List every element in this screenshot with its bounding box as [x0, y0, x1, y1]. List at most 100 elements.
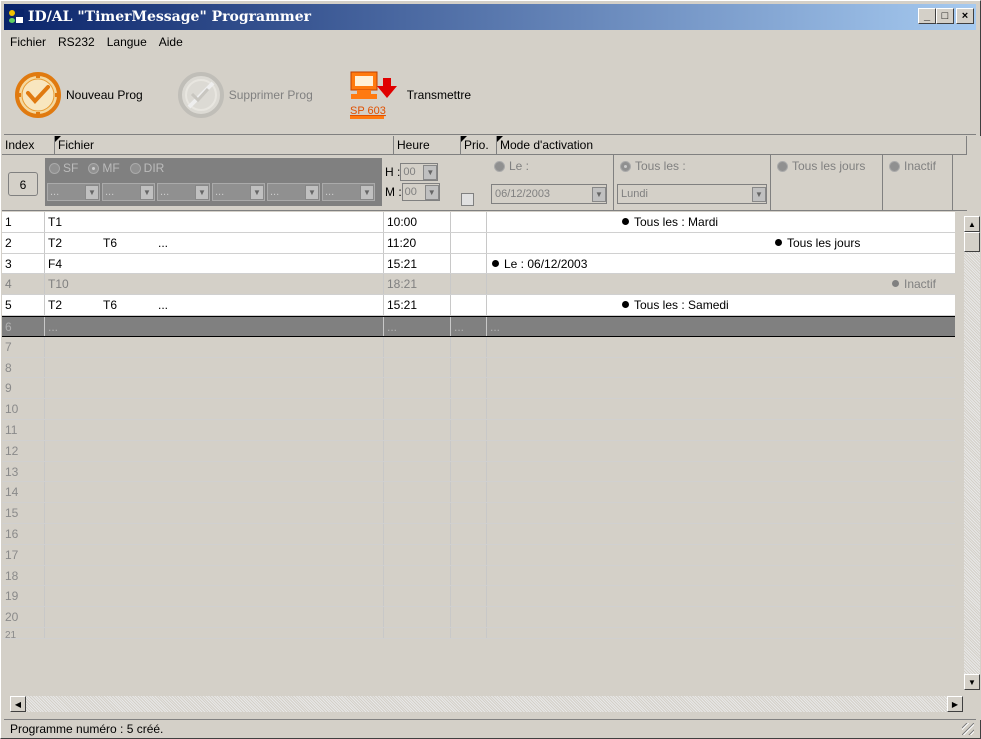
row-mode: Le : 06/12/2003 [487, 254, 955, 274]
row-prio [451, 295, 487, 315]
table-row[interactable]: 1 T1 10:00 Tous les : Mardi [2, 212, 955, 233]
heure-filter: H :00 ▼ M :00 ▼ [385, 162, 445, 202]
transmit-button[interactable]: SP 603 Transmettre [347, 70, 471, 120]
col-mode-header[interactable]: Mode d'activation [497, 136, 967, 155]
horizontal-scrollbar[interactable]: ◀ ▶ [1, 696, 981, 712]
app-window: ID/AL "TimerMessage" Programmer _ □ × Fi… [0, 0, 981, 739]
radio-dir[interactable]: DIR [129, 161, 165, 175]
menu-aide[interactable]: Aide [153, 35, 189, 49]
scroll-left-icon[interactable]: ◀ [10, 696, 26, 712]
file-select-4[interactable]: ... ▼ [212, 183, 265, 201]
row-index: 19 [2, 586, 45, 607]
app-logo-icon[interactable] [8, 9, 24, 25]
row-index: 21 [2, 627, 45, 638]
radio-dir-label: DIR [143, 161, 165, 175]
table-row[interactable]: 2 T2 T6... 11:20 Tous les jours [2, 232, 955, 254]
row-mode: Inactif [487, 274, 955, 294]
row-mode: Tous les jours [487, 233, 955, 253]
row-index: 10 [2, 399, 45, 419]
table-row[interactable]: 7 [2, 336, 955, 358]
mode-inactif-tab[interactable]: Inactif [883, 155, 953, 211]
table-row[interactable]: 11 [2, 419, 955, 441]
row-mode-text: Inactif [904, 277, 937, 292]
row-index: 13 [2, 461, 45, 482]
col-heure-header[interactable]: Heure [394, 136, 461, 155]
table-row[interactable]: 5 T2 T6... 15:21 Tous les : Samedi [2, 295, 955, 316]
table-row[interactable]: 8 [2, 357, 955, 379]
table-row[interactable]: 9 [2, 378, 955, 400]
table-row[interactable]: 10 [2, 399, 955, 420]
table-row[interactable]: 21 [2, 627, 955, 639]
day-select[interactable]: Lundi ▼ [617, 184, 767, 204]
radio-sf[interactable]: SF [49, 161, 78, 175]
col-fichier-header[interactable]: Fichier [55, 136, 394, 155]
vertical-scroll-thumb[interactable] [964, 232, 980, 252]
table-row[interactable]: 14 [2, 482, 955, 504]
menu-fichier[interactable]: Fichier [4, 35, 52, 49]
row-prio: ... [451, 316, 487, 336]
menu-rs232[interactable]: RS232 [52, 35, 101, 49]
table-row[interactable]: 15 [2, 503, 955, 524]
table-row[interactable]: 3 F4 15:21 Le : 06/12/2003 [2, 253, 955, 275]
row-files: F4 [45, 253, 384, 274]
close-button[interactable]: × [956, 8, 974, 24]
date-input[interactable]: 06/12/2003 ▼ [491, 184, 607, 204]
col-heure-label: Heure [397, 138, 430, 152]
file-select-5[interactable]: ... ▼ [267, 183, 320, 201]
transmit-device-icon: SP 603 [349, 71, 397, 119]
row-files: T1 [45, 212, 384, 232]
rows-container: 1 T1 10:00 Tous les : Mardi 2 T2 T6... 11… [2, 212, 955, 639]
scroll-right-icon[interactable]: ▶ [947, 696, 963, 712]
delete-program-button[interactable]: Supprimer Prog [177, 71, 313, 119]
vertical-scrollbar[interactable]: ▲ ▼ [964, 216, 980, 690]
table-row[interactable]: 16 [2, 523, 955, 545]
table-row[interactable]: 13 [2, 461, 955, 483]
index-filter[interactable]: 6 [8, 172, 38, 196]
file-select-1[interactable]: ... ▼ [47, 183, 100, 201]
transmit-label: Transmettre [406, 87, 472, 102]
mode-tous-les-tab[interactable]: Tous les : Lundi ▼ [614, 155, 771, 211]
radio-mf[interactable]: MF [88, 161, 120, 175]
col-prio-header[interactable]: Prio. [461, 136, 497, 155]
row-file-1: T1 [48, 215, 63, 229]
mode-tous-jours-tab[interactable]: Tous les jours [771, 155, 883, 211]
chevron-down-icon: ▼ [305, 184, 319, 200]
scroll-down-icon[interactable]: ▼ [964, 674, 980, 690]
table-row[interactable]: 17 [2, 544, 955, 566]
row-mode-text: Tous les : Samedi [634, 298, 729, 313]
col-index-header[interactable]: Index [2, 136, 55, 155]
new-program-button[interactable]: Nouveau Prog [14, 71, 143, 119]
file-select-6[interactable]: ... ▼ [322, 183, 375, 201]
row-index: 20 [2, 607, 45, 627]
minimize-button[interactable]: _ [918, 8, 936, 24]
row-file-1: T2 [48, 298, 63, 313]
file-select-2-value: ... [105, 186, 115, 198]
menu-langue[interactable]: Langue [101, 35, 153, 49]
row-index: 16 [2, 523, 45, 544]
chevron-down-icon: ▼ [752, 186, 766, 202]
new-program-label: Nouveau Prog [66, 87, 143, 102]
table-row[interactable]: 12 [2, 440, 955, 462]
row-index: 7 [2, 336, 45, 357]
resize-grip-icon[interactable] [962, 723, 974, 735]
clock-icon [15, 71, 61, 118]
minute-select[interactable]: 00 ▼ [401, 183, 440, 201]
prio-checkbox[interactable] [461, 193, 474, 206]
table-row[interactable]: 19 [2, 586, 955, 608]
row-file-1: T10 [48, 277, 69, 292]
maximize-button[interactable]: □ [936, 8, 954, 24]
row-mode: Tous les : Samedi [487, 295, 955, 315]
file-select-2[interactable]: ... ▼ [102, 183, 155, 201]
chevron-down-icon: ▼ [423, 164, 438, 180]
hour-select[interactable]: 00 ▼ [400, 163, 439, 181]
table-row[interactable]: 4 T10 18:21 Inactif [2, 274, 955, 296]
table-row[interactable]: 20 [2, 607, 955, 628]
row-mode-text: Tous les jours [787, 235, 861, 250]
table-row[interactable]: 18 [2, 565, 955, 587]
scroll-up-icon[interactable]: ▲ [964, 216, 980, 232]
row-prio [451, 253, 487, 274]
file-select-3[interactable]: ... ▼ [157, 183, 210, 201]
table-row-selected[interactable]: 6 ... ... ... ... [2, 315, 955, 337]
mode-le-tab[interactable]: Le : 06/12/2003 ▼ [488, 155, 614, 211]
horizontal-scroll-track[interactable] [26, 696, 947, 712]
